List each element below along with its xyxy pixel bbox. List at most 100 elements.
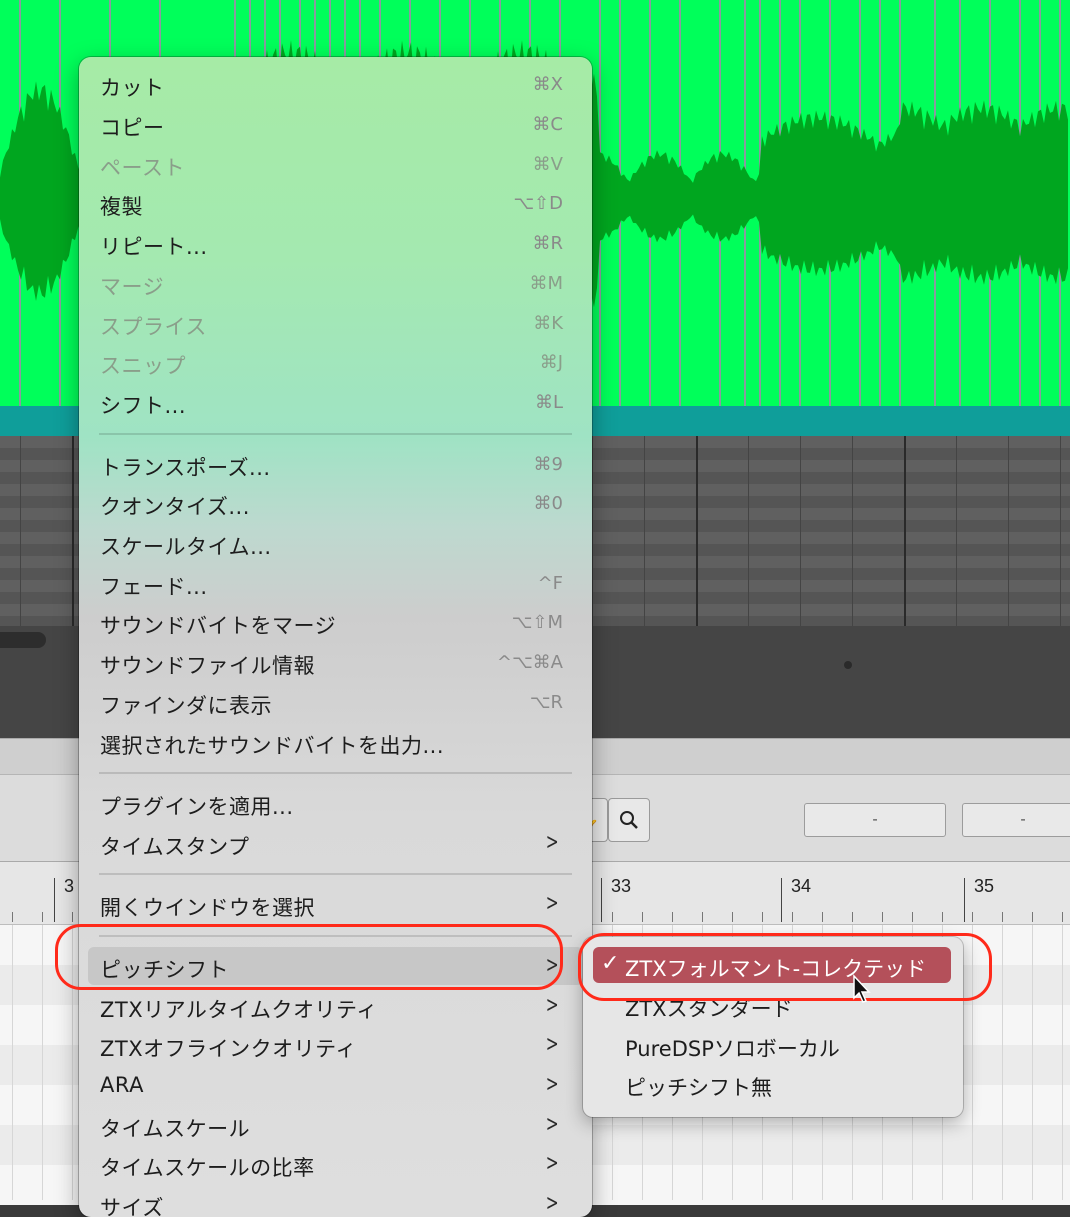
menu-separator [99,873,572,875]
grid-line [956,436,957,626]
menu-item-transpose[interactable]: トランスポーズ... ⌘9 [88,445,583,483]
menu-item-label: スプライス [100,315,207,339]
menu-item-label: ZTXリアルタイムクオリティ [100,998,378,1022]
menu-item-timestamp[interactable]: タイムスタンプ > [88,824,583,862]
menu-item-ztx-offline-quality[interactable]: ZTXオフラインクオリティ > [88,1026,583,1064]
menu-item-time-scale[interactable]: タイムスケール > [88,1106,583,1144]
grid-line [904,436,906,626]
grid-line [696,436,698,626]
menu-item-label: リピート... [100,235,208,259]
menu-item-size[interactable]: サイズ > [88,1185,583,1217]
submenu-item-no-pitch-shift[interactable]: ピッチシフト無 [593,1066,951,1102]
ruler-label: 34 [791,876,812,896]
ruler-label: 35 [974,876,995,896]
ruler-minor-tick [762,912,763,922]
context-menu: カット ⌘X コピー ⌘C ペースト ⌘V 複製 ⌥⇧D リピート... ⌘R マージ ⌘M… [79,57,592,1217]
menu-item-label: マージ [100,275,165,299]
submenu-item-label: PureDSPソロボーカル [625,1037,840,1061]
menu-item-shortcut: ⌘K [533,313,563,334]
menu-item-ztx-realtime-quality[interactable]: ZTXリアルタイムクオリティ > [88,987,583,1025]
menu-item-scale-time[interactable]: スケールタイム... [88,524,583,562]
ruler-minor-tick [822,912,823,922]
ruler-minor-tick [1062,912,1063,922]
zoom-tool-button[interactable] [608,798,650,842]
scrollbar-thumb[interactable] [0,632,46,648]
menu-item-shift[interactable]: シフト... ⌘L [88,383,583,421]
menu-item-shortcut: ⌥R [529,692,563,713]
menu-item-shortcut: ⌥⇧D [513,193,563,214]
menu-item-select-open-window[interactable]: 開くウインドウを選択 > [88,885,583,923]
grid-line [800,436,801,626]
menu-item-label: カット [100,76,165,100]
menu-item-shortcut: ⌘R [532,233,563,254]
menu-item-label: プラグインを適用... [100,795,294,819]
menu-item-copy[interactable]: コピー ⌘C [88,105,583,143]
ruler-minor-tick [852,912,853,922]
chevron-right-icon: > [545,1112,559,1137]
menu-item-merge: マージ ⌘M [88,264,583,302]
ruler-minor-tick [702,912,703,922]
grid-line [72,436,74,626]
menu-item-soundfile-info[interactable]: サウンドファイル情報 ^⌥⌘A [88,643,583,681]
menu-item-label: タイムスタンプ [100,835,250,859]
mouse-cursor-icon [853,974,871,1003]
menu-item-label: 開くウインドウを選択 [100,896,315,920]
menu-item-shortcut: ⌘C [532,114,563,135]
grid-line [748,436,749,626]
menu-item-time-scale-ratio[interactable]: タイムスケールの比率 > [88,1145,583,1183]
menu-item-shortcut: ⌘9 [533,454,563,475]
ruler-minor-tick [732,912,733,922]
ruler-label: 33 [611,876,632,896]
menu-item-label: ペースト [100,156,185,180]
menu-item-shortcut: ⌘J [539,352,563,373]
value-field-2[interactable]: - [962,803,1070,837]
grid-line [1032,925,1033,1200]
ruler-bar-tick [781,878,782,922]
grid-line [20,436,21,626]
menu-item-cut[interactable]: カット ⌘X [88,65,583,103]
menu-item-apply-plugin[interactable]: プラグインを適用... [88,784,583,822]
menu-item-paste: ペースト ⌘V [88,145,583,183]
grid-line [852,436,853,626]
menu-item-shortcut: ⌘V [532,154,563,175]
submenu-item-puredsp-solo-vocal[interactable]: PureDSPソロボーカル [593,1027,951,1063]
ruler-minor-tick [972,912,973,922]
menu-item-duplicate[interactable]: 複製 ⌥⇧D [88,184,583,222]
menu-item-repeat[interactable]: リピート... ⌘R [88,224,583,262]
menu-item-label: サイズ [100,1196,164,1217]
chevron-right-icon: > [545,891,559,916]
magnifier-icon [620,811,638,829]
annotation-outline-pitch-shift [55,924,563,990]
chevron-right-icon: > [545,1032,559,1057]
chevron-right-icon: > [545,993,559,1018]
menu-item-label: コピー [100,116,165,140]
value-field-2-text: - [1020,811,1026,828]
ruler-bar-tick [601,878,602,922]
menu-item-ara[interactable]: ARA > [88,1066,583,1104]
menu-item-label: ファインダに表示 [100,694,272,718]
value-field-1[interactable]: - [804,803,946,837]
grid-line [1060,436,1061,626]
ruler-minor-tick [612,912,613,922]
menu-item-show-in-finder[interactable]: ファインダに表示 ⌥R [88,683,583,721]
menu-item-export-soundbites[interactable]: 選択されたサウンドバイトを出力... [88,723,583,761]
menu-item-label: サウンドファイル情報 [100,654,315,678]
ruler-label: 3 [64,876,75,896]
menu-item-shortcut: ⌘L [534,392,563,413]
menu-item-quantize[interactable]: クオンタイズ... ⌘0 [88,484,583,522]
ruler-minor-tick [1002,912,1003,922]
menu-item-splice: スプライス ⌘K [88,304,583,342]
grid-line [644,436,645,626]
menu-item-label: シフト... [100,394,187,418]
menu-item-merge-soundbites[interactable]: サウンドバイトをマージ ⌥⇧M [88,603,583,641]
menu-separator [99,433,572,435]
ruler-minor-tick [792,912,793,922]
menu-item-fade[interactable]: フェード... ^F [88,564,583,602]
menu-item-label: トランスポーズ... [100,456,271,480]
ruler-bar-tick [54,878,55,922]
menu-item-label: スニップ [100,354,186,378]
ruler-bar-tick [964,878,965,922]
ruler-minor-tick [942,912,943,922]
grid-line [1008,436,1009,626]
menu-item-label: 選択されたサウンドバイトを出力... [100,734,445,758]
